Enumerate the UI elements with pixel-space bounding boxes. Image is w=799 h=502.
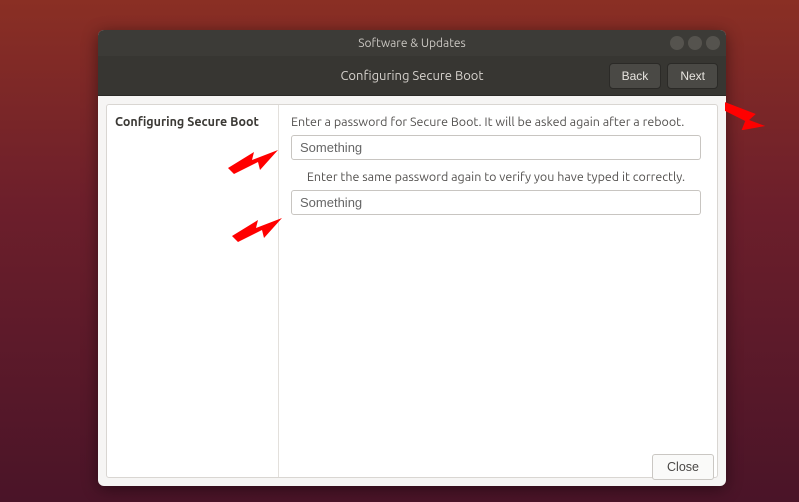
close-icon[interactable]	[706, 36, 720, 50]
nav-bar: Configuring Secure Boot Back Next	[98, 56, 726, 96]
left-pane: Configuring Secure Boot	[107, 105, 279, 477]
window-titlebar: Software & Updates	[98, 30, 726, 56]
nav-heading: Configuring Secure Boot	[340, 69, 483, 83]
right-pane: Enter a password for Secure Boot. It wil…	[279, 105, 717, 477]
arrow-icon	[725, 94, 771, 130]
password-input-1[interactable]	[291, 135, 701, 160]
side-title: Configuring Secure Boot	[115, 115, 259, 129]
window: Software & Updates Configuring Secure Bo…	[98, 30, 726, 486]
window-title: Software & Updates	[358, 37, 466, 50]
maximize-icon[interactable]	[688, 36, 702, 50]
instruction-2: Enter the same password again to verify …	[291, 170, 701, 184]
window-controls	[670, 30, 720, 56]
close-button[interactable]: Close	[652, 454, 714, 480]
next-button[interactable]: Next	[667, 63, 718, 89]
password-input-2[interactable]	[291, 190, 701, 215]
footer: Close	[652, 454, 714, 480]
minimize-icon[interactable]	[670, 36, 684, 50]
back-button[interactable]: Back	[609, 63, 662, 89]
instruction-1: Enter a password for Secure Boot. It wil…	[291, 115, 701, 129]
content-pane: Configuring Secure Boot Enter a password…	[106, 104, 718, 478]
